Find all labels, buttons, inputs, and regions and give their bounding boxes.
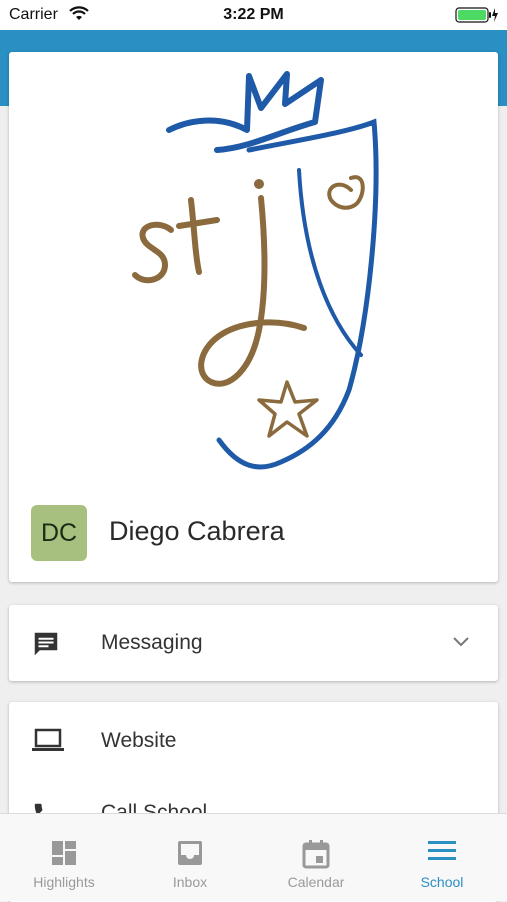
clock: 3:22 PM bbox=[223, 6, 284, 23]
status-bar: Carrier 3:22 PM bbox=[0, 0, 507, 30]
avatar: DC bbox=[31, 505, 87, 561]
tab-inbox[interactable]: Inbox bbox=[127, 814, 253, 901]
dashboard-icon bbox=[52, 841, 76, 865]
tab-label-calendar: Calendar bbox=[287, 874, 345, 890]
menu-icon bbox=[428, 841, 456, 860]
chevron-down-icon[interactable] bbox=[452, 635, 470, 653]
school-profile-card: DC Diego Cabrera bbox=[9, 52, 498, 582]
tab-bar: Highlights Inbox Calendar School bbox=[0, 813, 507, 901]
tab-label-inbox: Inbox bbox=[172, 874, 208, 890]
tab-highlights[interactable]: Highlights bbox=[1, 814, 127, 901]
profile-name: Diego Cabrera bbox=[109, 516, 285, 546]
tab-school[interactable]: School bbox=[379, 814, 505, 901]
inbox-icon bbox=[178, 841, 202, 865]
laptop-icon bbox=[31, 728, 65, 759]
tab-calendar[interactable]: Calendar bbox=[253, 814, 379, 901]
message-icon bbox=[31, 629, 61, 664]
calendar-icon bbox=[302, 840, 330, 869]
website-label: Website bbox=[101, 729, 177, 752]
messaging-label: Messaging bbox=[101, 631, 203, 654]
messaging-row[interactable]: Messaging bbox=[9, 605, 498, 681]
tab-label-school: School bbox=[420, 874, 464, 890]
tab-label-highlights: Highlights bbox=[33, 874, 95, 890]
battery-icon bbox=[455, 6, 499, 29]
school-logo bbox=[99, 60, 399, 495]
